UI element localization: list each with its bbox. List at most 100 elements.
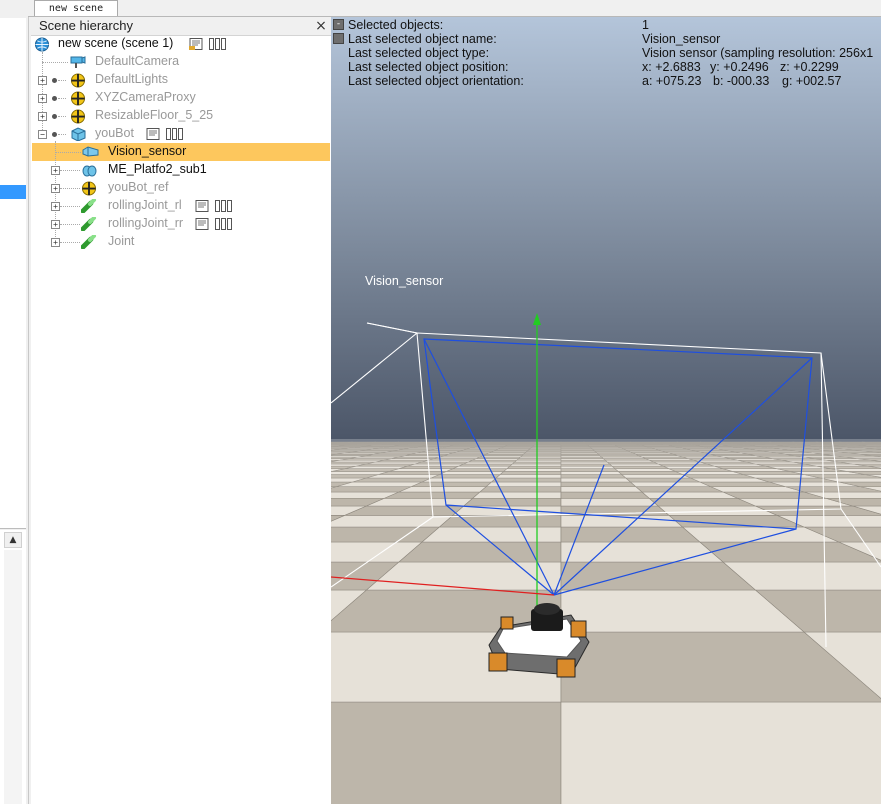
info-label-type: Last selected object type: (348, 46, 490, 60)
floor-tile (366, 498, 474, 507)
floor-fog (331, 439, 881, 499)
vision-sensor-icon (82, 146, 99, 157)
expand-icon[interactable]: + (51, 166, 60, 175)
scene-hierarchy-title: Scene hierarchy (39, 18, 133, 33)
tree-line (55, 152, 81, 153)
tree-item-label: new scene (scene 1) (58, 36, 174, 50)
tree-item-label: youBot (95, 126, 134, 140)
customization-script-icon[interactable] (209, 38, 227, 50)
expand-icon[interactable]: + (38, 112, 47, 121)
expand-icon[interactable]: + (38, 94, 47, 103)
orientation-b: b: -000.33 (713, 74, 770, 88)
tree-line (60, 206, 80, 207)
info-value-type: Vision sensor (sampling resolution: 256x… (642, 46, 874, 60)
tab-label: new scene (48, 3, 104, 14)
scroll-up-arrow-icon[interactable]: ▲ (4, 532, 22, 548)
floor-tile (462, 498, 562, 507)
floor-tile (421, 526, 562, 543)
floor-tile (331, 526, 441, 543)
tree-item-label: XYZCameraProxy (95, 90, 196, 104)
expand-icon[interactable]: + (38, 76, 47, 85)
collapse-icon[interactable]: − (38, 130, 47, 139)
position-y: y: +0.2496 (710, 60, 769, 74)
floor-tile (438, 515, 562, 528)
tab-new-scene[interactable]: new scene (34, 0, 118, 16)
floor-tile (452, 505, 562, 516)
tree-line (58, 134, 66, 135)
position-x: x: +2.6883 (642, 60, 701, 74)
joint-icon (81, 235, 96, 249)
floor-tile (560, 701, 881, 804)
tree-line (60, 242, 80, 243)
dot-icon (52, 114, 57, 119)
customization-script-icon[interactable] (215, 218, 233, 230)
expand-icon[interactable]: + (51, 184, 60, 193)
left-list[interactable] (0, 18, 26, 529)
floor-tile (331, 701, 562, 804)
scrollbar-track[interactable] (4, 550, 22, 804)
tree-line (42, 62, 68, 63)
info-label-orientation: Last selected object orientation: (348, 74, 524, 88)
close-icon[interactable]: × (314, 18, 328, 34)
floor-tile (560, 541, 724, 563)
floor-tile (560, 498, 660, 507)
dot-icon (52, 132, 57, 137)
tree-item-label: DefaultLights (95, 72, 168, 86)
info-label-selected-objects: Selected objects: (348, 18, 444, 32)
tree-item-label: youBot_ref (108, 180, 169, 194)
collapse-info-icon[interactable]: - (333, 19, 344, 30)
dot-icon (52, 96, 57, 101)
script-icon[interactable] (146, 128, 160, 140)
info-label-position: Last selected object position: (348, 60, 509, 74)
dummy-icon (81, 181, 97, 196)
tree-item-label: ME_Platfo2_sub1 (108, 162, 207, 176)
floor-tile (560, 526, 701, 543)
info-value-selected-objects: 1 (642, 18, 649, 32)
position-z: z: +0.2299 (780, 60, 839, 74)
globe-icon (34, 37, 50, 52)
tree-line (58, 98, 66, 99)
shape-icon (71, 127, 86, 141)
tab-bar (28, 0, 881, 17)
info-toggle-icon[interactable] (333, 33, 344, 44)
script-icon[interactable] (195, 218, 209, 230)
tree-line (58, 80, 66, 81)
expand-icon[interactable]: + (51, 238, 60, 247)
script-icon[interactable] (189, 38, 203, 50)
info-value-name: Vision_sensor (642, 32, 721, 46)
orientation-a: a: +075.23 (642, 74, 702, 88)
tree-item-label: ResizableFloor_5_25 (95, 108, 214, 122)
info-value-orientation: a: +075.23 b: -000.33 g: +002.57 (642, 74, 881, 88)
expand-icon[interactable]: + (51, 202, 60, 211)
dummy-icon (70, 109, 86, 124)
tree-item-label: Joint (108, 234, 135, 248)
info-value-position: x: +2.6883 y: +0.2496 z: +0.2299 (642, 60, 881, 74)
scene-viewport[interactable]: Vision_sensor (331, 17, 881, 804)
floor-tile (648, 498, 756, 507)
camera-icon (70, 56, 86, 68)
tree-line (60, 224, 80, 225)
floor-tile (344, 505, 465, 516)
tree-line (60, 170, 80, 171)
vision-sensor-scene-label: Vision_sensor (365, 274, 443, 288)
tree-line (60, 188, 80, 189)
scene-render[interactable]: Vision_sensor (331, 17, 881, 804)
tree-line (58, 116, 66, 117)
info-label-name: Last selected object name: (348, 32, 497, 46)
customization-script-icon[interactable] (215, 200, 233, 212)
joint-icon (81, 199, 96, 213)
tree-item-label: Vision_sensor (108, 144, 187, 158)
dummy-icon (70, 91, 86, 106)
orientation-g: g: +002.57 (782, 74, 842, 88)
dot-icon (52, 78, 57, 83)
expand-icon[interactable]: + (51, 220, 60, 229)
customization-script-icon[interactable] (166, 128, 184, 140)
tree-item-label: rollingJoint_rr (108, 216, 184, 230)
dummy-icon (70, 73, 86, 88)
script-icon[interactable] (195, 200, 209, 212)
tree-item-label: DefaultCamera (95, 54, 180, 68)
tree-item-label: rollingJoint_rl (108, 198, 182, 212)
shape-group-icon (82, 165, 97, 177)
joint-icon (81, 217, 96, 231)
left-list-selection[interactable] (0, 185, 26, 199)
